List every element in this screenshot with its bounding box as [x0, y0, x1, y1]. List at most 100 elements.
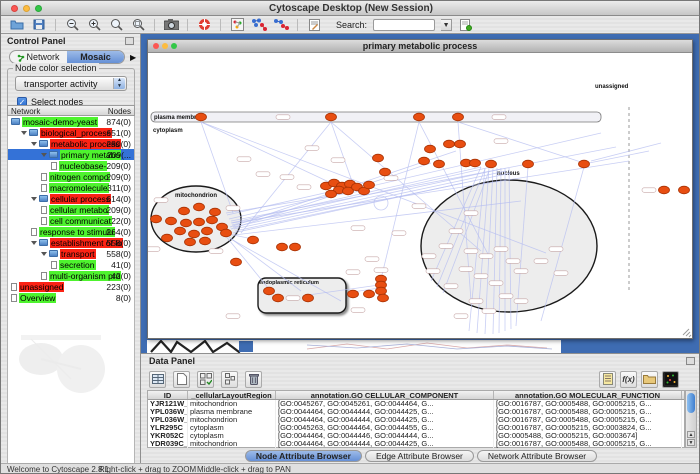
- tree-row[interactable]: macromolecule311(0): [8, 182, 134, 193]
- network-node[interactable]: [179, 207, 190, 215]
- tree-row[interactable]: response to stimulu264(0): [8, 226, 134, 237]
- network-node[interactable]: [194, 203, 205, 211]
- tree-row[interactable]: secretion41(0): [8, 259, 134, 270]
- tree-row[interactable]: establishment of lo558(0): [8, 237, 134, 248]
- network-node[interactable]: [348, 290, 359, 298]
- snapshot-icon[interactable]: [163, 18, 179, 32]
- table-row[interactable]: YLR295Ccytoplasm[GO:0045263, GO:0044464,…: [148, 424, 684, 432]
- import-attributes-icon[interactable]: [641, 371, 658, 388]
- tree-row-label[interactable]: response to stimulu: [39, 227, 115, 237]
- tab-mosaic[interactable]: Mosaic: [67, 51, 124, 63]
- new-attribute-icon[interactable]: [173, 371, 190, 388]
- network-node[interactable]: [189, 230, 200, 238]
- network-node[interactable]: [425, 145, 436, 153]
- network-node[interactable]: [277, 243, 288, 251]
- network-node[interactable]: [380, 168, 391, 176]
- network-node[interactable]: [470, 159, 481, 167]
- tree-row-label[interactable]: unassigned: [19, 282, 64, 292]
- annotation-icon[interactable]: [306, 18, 322, 32]
- search-input[interactable]: [373, 19, 435, 31]
- network-node[interactable]: [185, 238, 196, 246]
- table-row[interactable]: YPL036W__1mitochondrion[GO:0044464, GO:0…: [148, 416, 684, 424]
- table-header-cell[interactable]: annotation.GO CELLULAR_COMPONENT: [276, 391, 494, 399]
- network-node[interactable]: [453, 113, 464, 121]
- table-scrollbar[interactable]: ▲ ▼: [685, 390, 697, 448]
- report-icon[interactable]: [599, 371, 616, 388]
- birds-eye-view[interactable]: [11, 329, 111, 399]
- table-row[interactable]: YJR121W__1mitochondrion[GO:0045267, GO:0…: [148, 400, 684, 408]
- tree-row-label[interactable]: cellular metabo: [49, 205, 109, 215]
- tab-network-attribute-browser[interactable]: Network Attribute Browser: [477, 450, 597, 462]
- tree-row[interactable]: metabolic process280(0): [8, 138, 134, 149]
- network-node[interactable]: [659, 186, 670, 194]
- tree-row-label[interactable]: cell communicat: [49, 216, 112, 226]
- tab-network[interactable]: Network: [10, 51, 67, 63]
- compare-networks-icon[interactable]: [273, 18, 289, 32]
- tree-row-label[interactable]: biological_process: [40, 128, 112, 138]
- network-node[interactable]: [194, 218, 205, 226]
- network-node[interactable]: [419, 157, 430, 165]
- network-attributes-icon[interactable]: [229, 18, 245, 32]
- network-node[interactable]: [523, 160, 534, 168]
- network-node[interactable]: [248, 236, 259, 244]
- zoom-selected-icon[interactable]: [130, 18, 146, 32]
- network-node[interactable]: [373, 154, 384, 162]
- table-header-cell[interactable]: ID: [148, 391, 188, 399]
- tree-row[interactable]: mosaic-demo-yeast874(0): [8, 116, 134, 127]
- delete-attribute-icon[interactable]: [245, 371, 262, 388]
- tree-row-label[interactable]: mosaic-demo-yeast: [22, 117, 98, 127]
- expand-arrow-icon[interactable]: [31, 142, 37, 146]
- tree-row-label[interactable]: secretion: [59, 260, 96, 270]
- network-node[interactable]: [207, 216, 218, 224]
- network-node[interactable]: [376, 287, 387, 295]
- attribute-table-icon[interactable]: [149, 371, 166, 388]
- tree-row[interactable]: transport558(0): [8, 248, 134, 259]
- open-session-icon[interactable]: [9, 18, 25, 32]
- window-resize-grip[interactable]: [683, 329, 691, 337]
- network-node[interactable]: [414, 113, 425, 121]
- expand-arrow-icon[interactable]: [41, 153, 47, 157]
- tab-edge-attribute-browser[interactable]: Edge Attribute Browser: [365, 450, 474, 462]
- network-canvas[interactable]: plasma membrane cytoplasm mitochondrion …: [148, 53, 692, 339]
- zoom-out-icon[interactable]: [64, 18, 80, 32]
- network-node[interactable]: [196, 113, 207, 121]
- search-dropdown-icon[interactable]: ▼: [441, 19, 452, 31]
- network-node[interactable]: [200, 237, 211, 245]
- unselect-attributes-icon[interactable]: [221, 371, 238, 388]
- tree-row-label[interactable]: Overview: [19, 293, 56, 303]
- network-node[interactable]: [210, 208, 221, 216]
- scroll-up-icon[interactable]: ▲: [687, 431, 695, 438]
- matrix-icon[interactable]: [662, 371, 679, 388]
- dropdown-stepper-icon[interactable]: ▲▼: [113, 78, 125, 89]
- network-self-loop[interactable]: [374, 196, 388, 210]
- tree-row[interactable]: multi-organism pro42(0): [8, 270, 134, 281]
- network-edge[interactable]: [591, 143, 661, 161]
- tree-row[interactable]: cell communicat22(0): [8, 215, 134, 226]
- expand-arrow-icon[interactable]: [41, 252, 47, 256]
- scroll-down-icon[interactable]: ▼: [687, 439, 695, 446]
- network-node[interactable]: [579, 160, 590, 168]
- formula-icon[interactable]: f(x): [620, 371, 637, 388]
- expand-arrow-icon[interactable]: [31, 197, 37, 201]
- scrollbar-thumb[interactable]: [687, 393, 695, 413]
- table-header-cell[interactable]: annotation.GO MOLECULAR_FUNCTION: [494, 391, 682, 399]
- import-network-icon[interactable]: [458, 18, 474, 32]
- tree-row-label[interactable]: macromolecule: [49, 183, 109, 193]
- network-edge[interactable]: [584, 151, 649, 164]
- network-window-titlebar[interactable]: primary metabolic process: [148, 40, 692, 53]
- tab-node-attribute-browser[interactable]: Node Attribute Browser: [245, 450, 362, 462]
- network-node[interactable]: [202, 227, 213, 235]
- tree-row[interactable]: cellular metabo209(0): [8, 204, 134, 215]
- tree-row[interactable]: cellular process614(0): [8, 193, 134, 204]
- network-node[interactable]: [231, 258, 242, 266]
- float-panel-icon[interactable]: [686, 357, 695, 365]
- tree-row-label[interactable]: transport: [60, 249, 96, 259]
- tree-row[interactable]: nucleobase-209(0): [8, 160, 134, 171]
- tree-row[interactable]: primary metabo209(...: [8, 149, 134, 160]
- network-node[interactable]: [444, 140, 455, 148]
- network-node[interactable]: [175, 227, 186, 235]
- network-node[interactable]: [151, 215, 162, 223]
- tree-row-label[interactable]: nitrogen compo: [49, 172, 110, 182]
- tree-row[interactable]: nitrogen compo209(0): [8, 171, 134, 182]
- table-row[interactable]: YDR039C__1mitochondrion[GO:0044464, GO:0…: [148, 440, 684, 448]
